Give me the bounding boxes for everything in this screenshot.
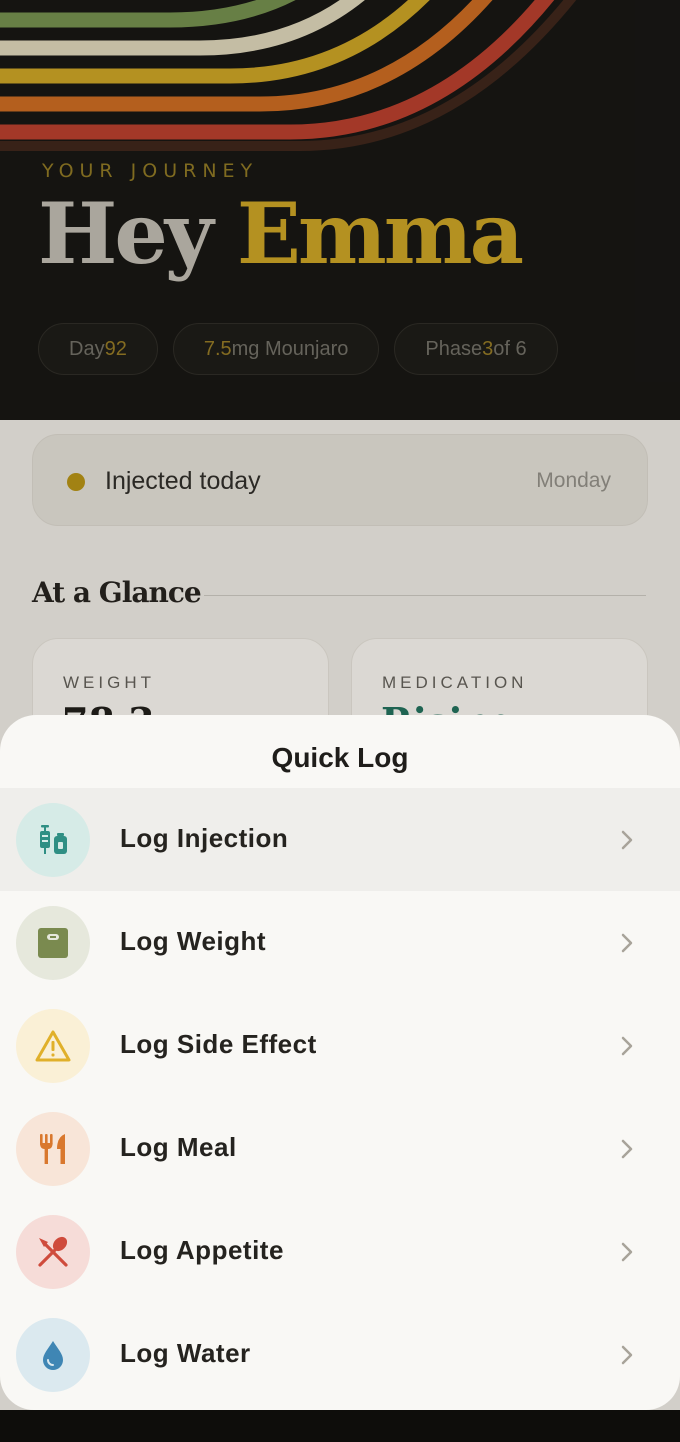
log-weight-label: Log Weight [120, 926, 267, 956]
log-injection-label: Log Injection [120, 823, 289, 853]
quick-log-sheet: Quick Log Log Injection Log Weight Log S… [0, 715, 680, 1410]
chevron-right-icon [621, 933, 633, 953]
log-side-effect-label: Log Side Effect [120, 1029, 317, 1059]
chevron-right-icon [621, 1036, 633, 1056]
log-side-effect-item[interactable]: Log Side Effect [0, 994, 680, 1097]
log-appetite-item[interactable]: Log Appetite [0, 1200, 680, 1303]
chevron-right-icon [621, 1345, 633, 1365]
warning-icon [35, 1030, 71, 1062]
chevron-right-icon [621, 1139, 633, 1159]
spoon-knife-crossed-icon [38, 1236, 68, 1267]
log-injection-icon-bg [16, 803, 90, 877]
log-meal-icon-bg [16, 1112, 90, 1186]
log-water-label: Log Water [120, 1338, 251, 1368]
log-water-item[interactable]: Log Water [0, 1303, 680, 1406]
log-side-effect-icon-bg [16, 1009, 90, 1083]
log-injection-item[interactable]: Log Injection [0, 788, 680, 891]
syringe-vial-icon [40, 825, 67, 854]
log-water-icon-bg [16, 1318, 90, 1392]
log-meal-item[interactable]: Log Meal [0, 1097, 680, 1200]
quick-log-title: Quick Log [271, 742, 409, 773]
scale-icon [38, 928, 68, 958]
log-weight-icon-bg [16, 906, 90, 980]
chevron-right-icon [621, 1242, 633, 1262]
chevron-right-icon [621, 830, 633, 850]
log-appetite-icon-bg [16, 1215, 90, 1289]
fork-knife-icon [40, 1134, 65, 1164]
water-drop-icon [43, 1341, 63, 1370]
bottom-strip [0, 1410, 680, 1442]
log-weight-item[interactable]: Log Weight [0, 891, 680, 994]
log-meal-label: Log Meal [120, 1132, 237, 1162]
log-appetite-label: Log Appetite [120, 1235, 284, 1265]
